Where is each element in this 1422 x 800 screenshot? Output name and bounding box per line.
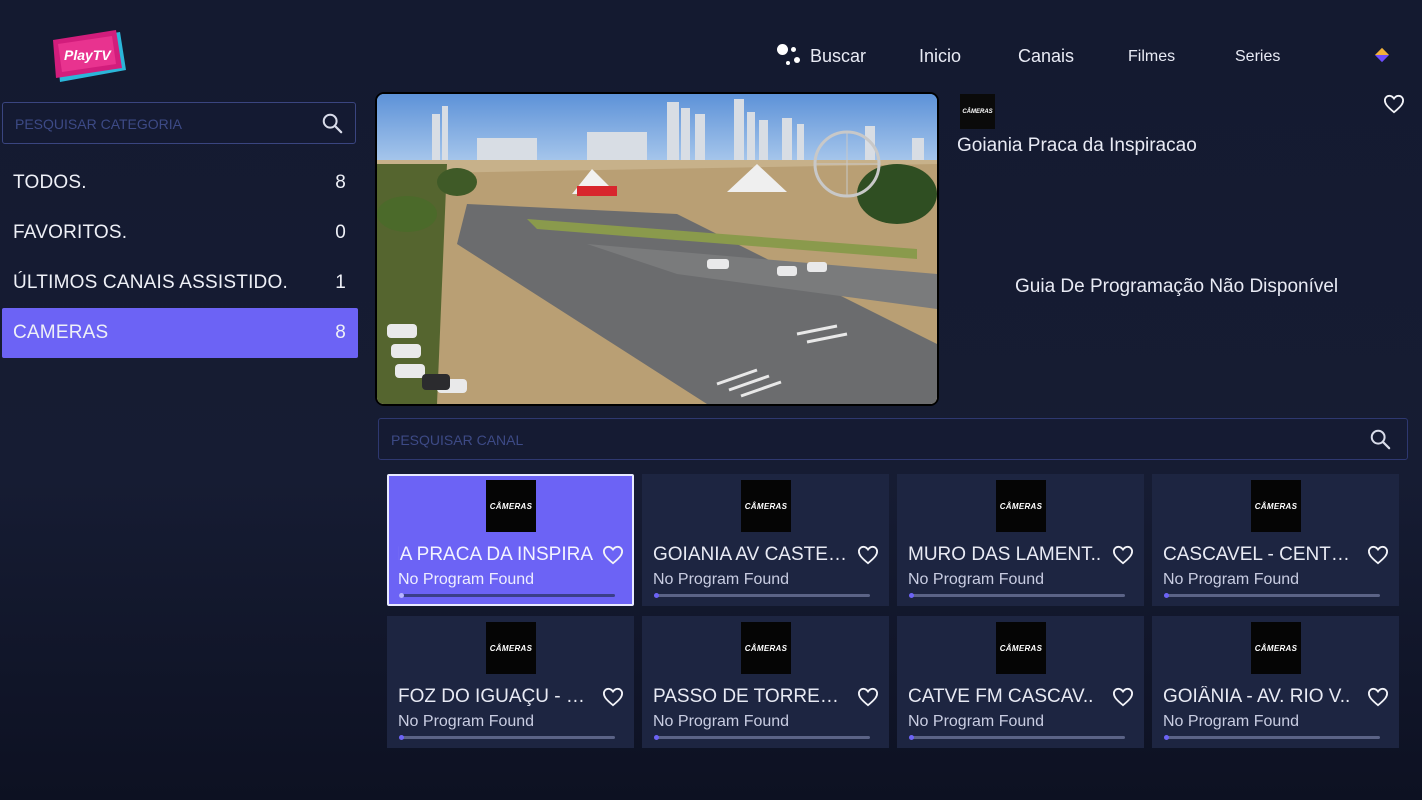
program-progress-bar	[399, 735, 615, 740]
category-label: TODOS.	[13, 172, 87, 193]
program-status: No Program Found	[398, 571, 535, 588]
channel-logo: CÂMERAS	[486, 480, 536, 532]
program-status: No Program Found	[908, 713, 1045, 730]
program-progress-bar	[909, 593, 1125, 598]
profile-diamond-icon[interactable]	[1374, 47, 1390, 63]
category-search-input[interactable]	[13, 103, 317, 145]
program-progress-bar	[654, 735, 870, 740]
channel-logo: CÂMERAS	[1251, 480, 1301, 532]
category-count: 1	[335, 272, 346, 293]
channel-logo: CÂMERAS	[1251, 622, 1301, 674]
channel-card[interactable]: CÂMERAS PASSO DE TORRES -.. No Program F…	[642, 616, 889, 748]
channel-title: GOIANIA AV CASTEL..	[653, 544, 848, 565]
video-preview[interactable]	[375, 92, 939, 406]
channel-logo: CÂMERAS	[996, 622, 1046, 674]
favorite-heart-icon[interactable]	[857, 687, 879, 707]
channel-card[interactable]: CÂMERAS CATVE FM CASCAV.. No Program Fou…	[897, 616, 1144, 748]
category-item-favoritos[interactable]: FAVORITOS. 0	[2, 208, 358, 258]
playtv-logo: PlayTV	[50, 28, 128, 86]
category-item-todos[interactable]: TODOS. 8	[2, 158, 358, 208]
channel-card[interactable]: CÂMERAS GOIÂNIA - AV. RIO V.. No Program…	[1152, 616, 1399, 748]
channel-card[interactable]: CÂMERAS MURO DAS LAMENT.. No Program Fou…	[897, 474, 1144, 606]
channel-logo: CÂMERAS	[996, 480, 1046, 532]
category-item-ultimos[interactable]: ÚLTIMOS CANAIS ASSISTIDO. 1	[2, 258, 358, 308]
category-label: ÚLTIMOS CANAIS ASSISTIDO.	[13, 272, 288, 293]
program-status: No Program Found	[1163, 713, 1300, 730]
program-progress-fill	[654, 593, 659, 598]
favorite-heart-icon[interactable]	[857, 545, 879, 565]
program-status: No Program Found	[1163, 571, 1300, 588]
program-progress-fill	[909, 735, 914, 740]
nav-series[interactable]: Series	[1235, 48, 1280, 66]
favorite-heart-icon[interactable]	[1112, 687, 1134, 707]
channel-logo: CÂMERAS	[741, 622, 791, 674]
channel-card[interactable]: CÂMERAS CASCAVEL - CENTRO No Program Fou…	[1152, 474, 1399, 606]
channel-search-box	[378, 418, 1408, 461]
assistant-icon[interactable]	[777, 44, 803, 70]
category-count: 8	[335, 172, 346, 193]
channel-logo: CÂMERAS	[741, 480, 791, 532]
channel-card[interactable]: CÂMERAS IA PRACA DA INSPIRA No Program F…	[387, 474, 634, 606]
channel-title: FOZ DO IGUAÇU - PA..	[398, 686, 593, 707]
svg-text:PlayTV: PlayTV	[64, 47, 112, 63]
channel-title: GOIÂNIA - AV. RIO V..	[1163, 686, 1351, 707]
channel-search-input[interactable]	[389, 419, 1267, 461]
favorite-heart-icon[interactable]	[1367, 687, 1389, 707]
nav-movies[interactable]: Filmes	[1128, 48, 1175, 66]
channel-logo: CÂMERAS	[486, 622, 536, 674]
camera-feed-image	[377, 94, 937, 404]
program-progress-bar	[1164, 735, 1380, 740]
favorite-heart-icon[interactable]	[602, 687, 624, 707]
channel-card[interactable]: CÂMERAS FOZ DO IGUAÇU - PA.. No Program …	[387, 616, 634, 748]
program-progress-fill	[399, 735, 404, 740]
nav-search[interactable]: Buscar	[810, 46, 866, 67]
program-progress-bar	[399, 593, 615, 598]
favorite-heart-icon[interactable]	[602, 545, 624, 565]
program-status: No Program Found	[653, 713, 790, 730]
channel-logo: CÂMERAS	[960, 94, 995, 129]
program-status: No Program Found	[908, 571, 1045, 588]
program-progress-fill	[1164, 593, 1169, 598]
nav-home[interactable]: Inicio	[919, 46, 961, 67]
category-count: 0	[335, 222, 346, 243]
favorite-heart-icon[interactable]	[1383, 94, 1405, 114]
channel-title: PASSO DE TORRES -..	[653, 686, 848, 707]
channel-title: MURO DAS LAMENT..	[908, 544, 1102, 565]
search-icon[interactable]	[1369, 428, 1391, 450]
channel-title: CASCAVEL - CENTRO	[1163, 544, 1358, 565]
category-list: TODOS. 8 FAVORITOS. 0 ÚLTIMOS CANAIS ASS…	[2, 158, 358, 358]
channel-name: Goiania Praca da Inspiracao	[957, 135, 1197, 156]
category-label: CAMERAS	[13, 322, 109, 343]
program-progress-fill	[654, 735, 659, 740]
program-progress-bar	[654, 593, 870, 598]
program-progress-fill	[399, 593, 404, 598]
category-label: FAVORITOS.	[13, 222, 128, 243]
channel-card[interactable]: CÂMERAS GOIANIA AV CASTEL.. No Program F…	[642, 474, 889, 606]
category-search-box	[2, 102, 356, 145]
favorite-heart-icon[interactable]	[1112, 545, 1134, 565]
favorite-heart-icon[interactable]	[1367, 545, 1389, 565]
category-count: 8	[335, 322, 346, 343]
nav-channels[interactable]: Canais	[1018, 46, 1074, 67]
program-progress-fill	[1164, 735, 1169, 740]
program-progress-fill	[909, 593, 914, 598]
channel-title: IA PRACA DA INSPIRA	[398, 544, 593, 565]
program-status: No Program Found	[398, 713, 535, 730]
channel-title: CATVE FM CASCAV..	[908, 686, 1094, 707]
program-progress-bar	[1164, 593, 1380, 598]
program-progress-bar	[909, 735, 1125, 740]
search-icon[interactable]	[321, 112, 343, 134]
epg-unavailable-message: Guia De Programação Não Disponível	[1015, 276, 1339, 297]
category-item-cameras[interactable]: CAMERAS 8	[2, 308, 358, 358]
program-status: No Program Found	[653, 571, 790, 588]
